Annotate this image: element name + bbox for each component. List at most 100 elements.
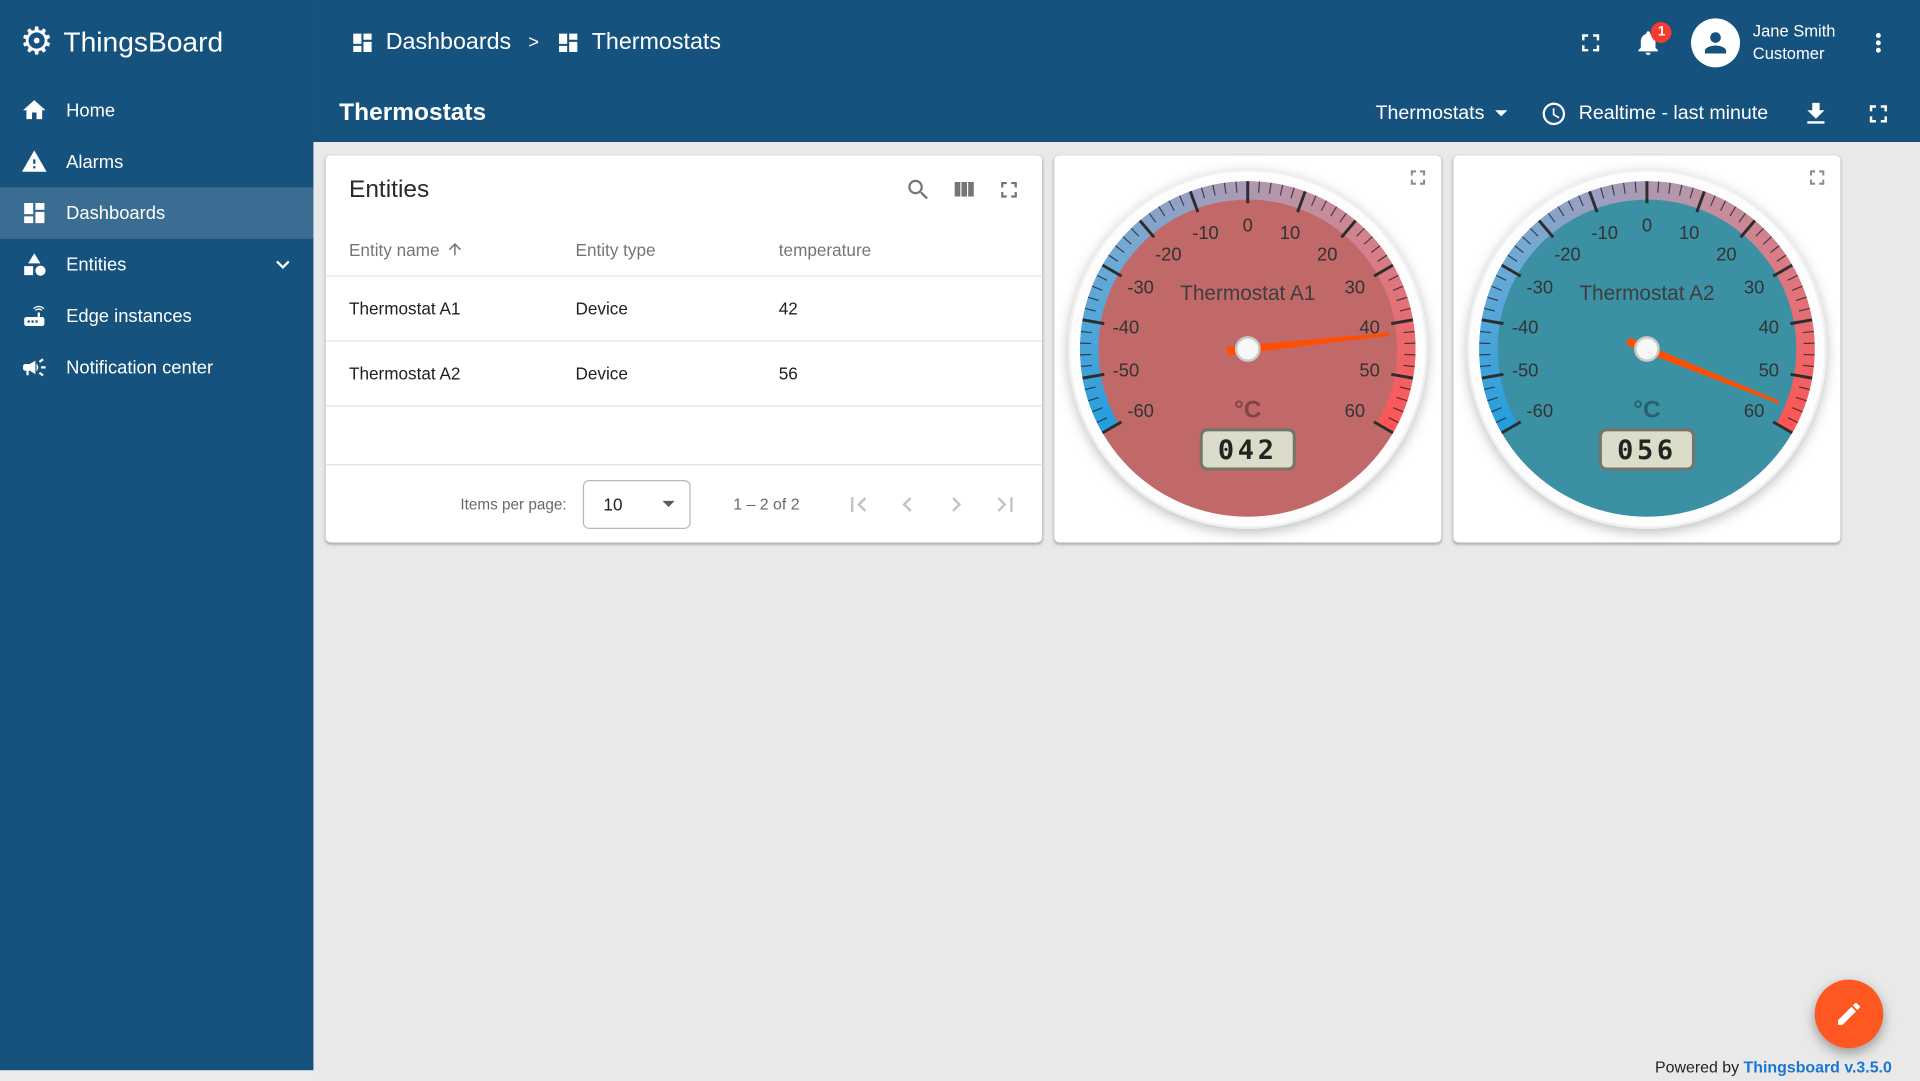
avatar[interactable]	[1692, 18, 1741, 67]
user-menu[interactable]: Jane Smith Customer	[1692, 18, 1836, 67]
sidebar-item-dashboards[interactable]: Dashboards	[0, 187, 313, 238]
cell-temperature[interactable]: 56	[779, 340, 1042, 405]
sidebar-item-label: Home	[66, 100, 115, 121]
timewindow-button[interactable]: Realtime - last minute	[1541, 100, 1768, 127]
entities-table: Entity name Entity type temperature The	[326, 224, 1042, 406]
thingsboard-logo[interactable]: ⚙ ThingsBoard	[0, 0, 313, 84]
chevron-down-icon[interactable]	[269, 251, 296, 278]
thingsboard-version-link[interactable]: Thingsboard v.3.5.0	[1744, 1058, 1892, 1076]
svg-text:20: 20	[1716, 243, 1736, 264]
widget-fullscreen-button[interactable]	[996, 176, 1023, 203]
column-entity-name[interactable]: Entity name	[326, 224, 576, 275]
column-label: Entity name	[349, 240, 440, 260]
breadcrumb-dashboards[interactable]: Dashboards	[350, 29, 511, 56]
thingsboard-app: ⚙ ThingsBoard Home Alarms Dashboards Ent…	[0, 0, 1920, 1081]
topbar: Dashboards > Thermostats 1	[313, 0, 1920, 84]
main-area: Dashboards > Thermostats 1	[313, 0, 1920, 1081]
table-paginator: Items per page: 10 1 – 2 of 2	[326, 464, 1042, 542]
first-page-button[interactable]	[834, 479, 883, 528]
column-temperature[interactable]: temperature	[779, 224, 1042, 275]
user-role: Customer	[1753, 42, 1836, 63]
svg-text:50: 50	[1359, 360, 1379, 381]
last-page-button[interactable]	[981, 479, 1030, 528]
cell-entity-name[interactable]: Thermostat A1	[326, 276, 576, 341]
table-row[interactable]: Thermostat A2 Device 56	[326, 340, 1042, 405]
user-info: Jane Smith Customer	[1753, 21, 1836, 64]
topbar-actions: 1 Jane Smith Customer	[1576, 18, 1893, 67]
sort-ascending-icon	[446, 240, 464, 258]
search-icon	[905, 176, 932, 203]
svg-text:-40: -40	[1113, 317, 1140, 338]
entities-card-actions	[905, 176, 1023, 203]
gauge-units: °C	[1234, 397, 1261, 424]
breadcrumb-label: Thermostats	[592, 29, 721, 56]
notifications-button[interactable]: 1	[1634, 28, 1663, 57]
page-range-label: 1 – 2 of 2	[733, 495, 799, 513]
sidebar-item-label: Dashboards	[66, 203, 165, 224]
table-row[interactable]: Thermostat A1 Device 42	[326, 276, 1042, 341]
sidebar-item-label: Edge instances	[66, 306, 192, 327]
sidebar-item-entities[interactable]: Entities	[0, 239, 313, 290]
download-icon	[1801, 99, 1830, 128]
svg-text:60: 60	[1744, 400, 1764, 421]
person-icon	[1700, 26, 1732, 58]
fullscreen-icon	[1576, 28, 1605, 57]
svg-text:-50: -50	[1512, 360, 1539, 381]
user-name: Jane Smith	[1753, 21, 1836, 42]
caret-down-icon	[662, 501, 674, 507]
breadcrumb: Dashboards > Thermostats	[350, 29, 721, 56]
pencil-icon	[1834, 999, 1863, 1028]
sidebar-item-home[interactable]: Home	[0, 84, 313, 135]
gauge-lcd-value: 042	[1218, 435, 1278, 466]
column-entity-type[interactable]: Entity type	[576, 224, 779, 275]
toolbar-actions: Thermostats Realtime - last minute	[1376, 99, 1894, 128]
sidebar-item-alarms[interactable]: Alarms	[0, 136, 313, 187]
svg-text:30: 30	[1345, 276, 1365, 297]
svg-text:10: 10	[1280, 222, 1300, 243]
cell-temperature[interactable]: 42	[779, 276, 1042, 341]
pagination-controls	[834, 479, 1030, 528]
sidebar-item-edge-instances[interactable]: Edge instances	[0, 290, 313, 341]
thermostat-a1-gauge: -60-50-40-30-20-100102030405060Thermosta…	[1064, 165, 1431, 532]
search-button[interactable]	[905, 176, 932, 203]
state-select-value: Thermostats	[1376, 102, 1485, 124]
dashboard-state-select[interactable]: Thermostats	[1376, 102, 1508, 124]
cell-entity-type[interactable]: Device	[576, 340, 779, 405]
dashboard-content: Entities	[313, 142, 1920, 1081]
fullscreen-button[interactable]	[1576, 28, 1605, 57]
chevron-left-icon	[893, 489, 922, 518]
svg-text:40: 40	[1759, 317, 1779, 338]
sidebar-scrollbar[interactable]	[0, 1070, 313, 1081]
export-button[interactable]	[1801, 99, 1830, 128]
sidebar-item-notification-center[interactable]: Notification center	[0, 342, 313, 393]
sidebar: ⚙ ThingsBoard Home Alarms Dashboards Ent…	[0, 0, 313, 1081]
svg-text:-20: -20	[1554, 243, 1581, 264]
table-header-row: Entity name Entity type temperature	[326, 224, 1042, 275]
thermostat-a2-gauge-card: -60-50-40-30-20-100102030405060Thermosta…	[1453, 156, 1840, 543]
sidebar-nav: Home Alarms Dashboards Entities Edge ins…	[0, 84, 313, 1070]
more-vert-icon	[1864, 28, 1893, 57]
dashboard-fullscreen-button[interactable]	[1864, 99, 1893, 128]
cell-entity-type[interactable]: Device	[576, 276, 779, 341]
gauge-hub	[1236, 337, 1259, 360]
thermostat-a1-gauge-card: -60-50-40-30-20-100102030405060Thermosta…	[1054, 156, 1441, 543]
warning-icon	[21, 148, 48, 175]
columns-button[interactable]	[950, 176, 977, 203]
cell-entity-name[interactable]: Thermostat A2	[326, 340, 576, 405]
dashboard-title: Thermostats	[339, 99, 486, 127]
entities-card-header: Entities	[326, 156, 1042, 225]
dashboards-icon	[21, 200, 48, 227]
gauge-units: °C	[1633, 397, 1660, 424]
megaphone-icon	[21, 354, 48, 381]
svg-text:-20: -20	[1155, 243, 1182, 264]
dashboards-icon	[556, 30, 580, 54]
sidebar-item-label: Alarms	[66, 151, 123, 172]
edit-dashboard-fab[interactable]	[1815, 980, 1884, 1049]
next-page-button[interactable]	[932, 479, 981, 528]
more-menu-button[interactable]	[1864, 28, 1893, 57]
clock-icon	[1541, 100, 1568, 127]
entities-icon	[21, 251, 48, 278]
previous-page-button[interactable]	[883, 479, 932, 528]
svg-text:20: 20	[1317, 243, 1337, 264]
items-per-page-select[interactable]: 10	[583, 479, 691, 528]
